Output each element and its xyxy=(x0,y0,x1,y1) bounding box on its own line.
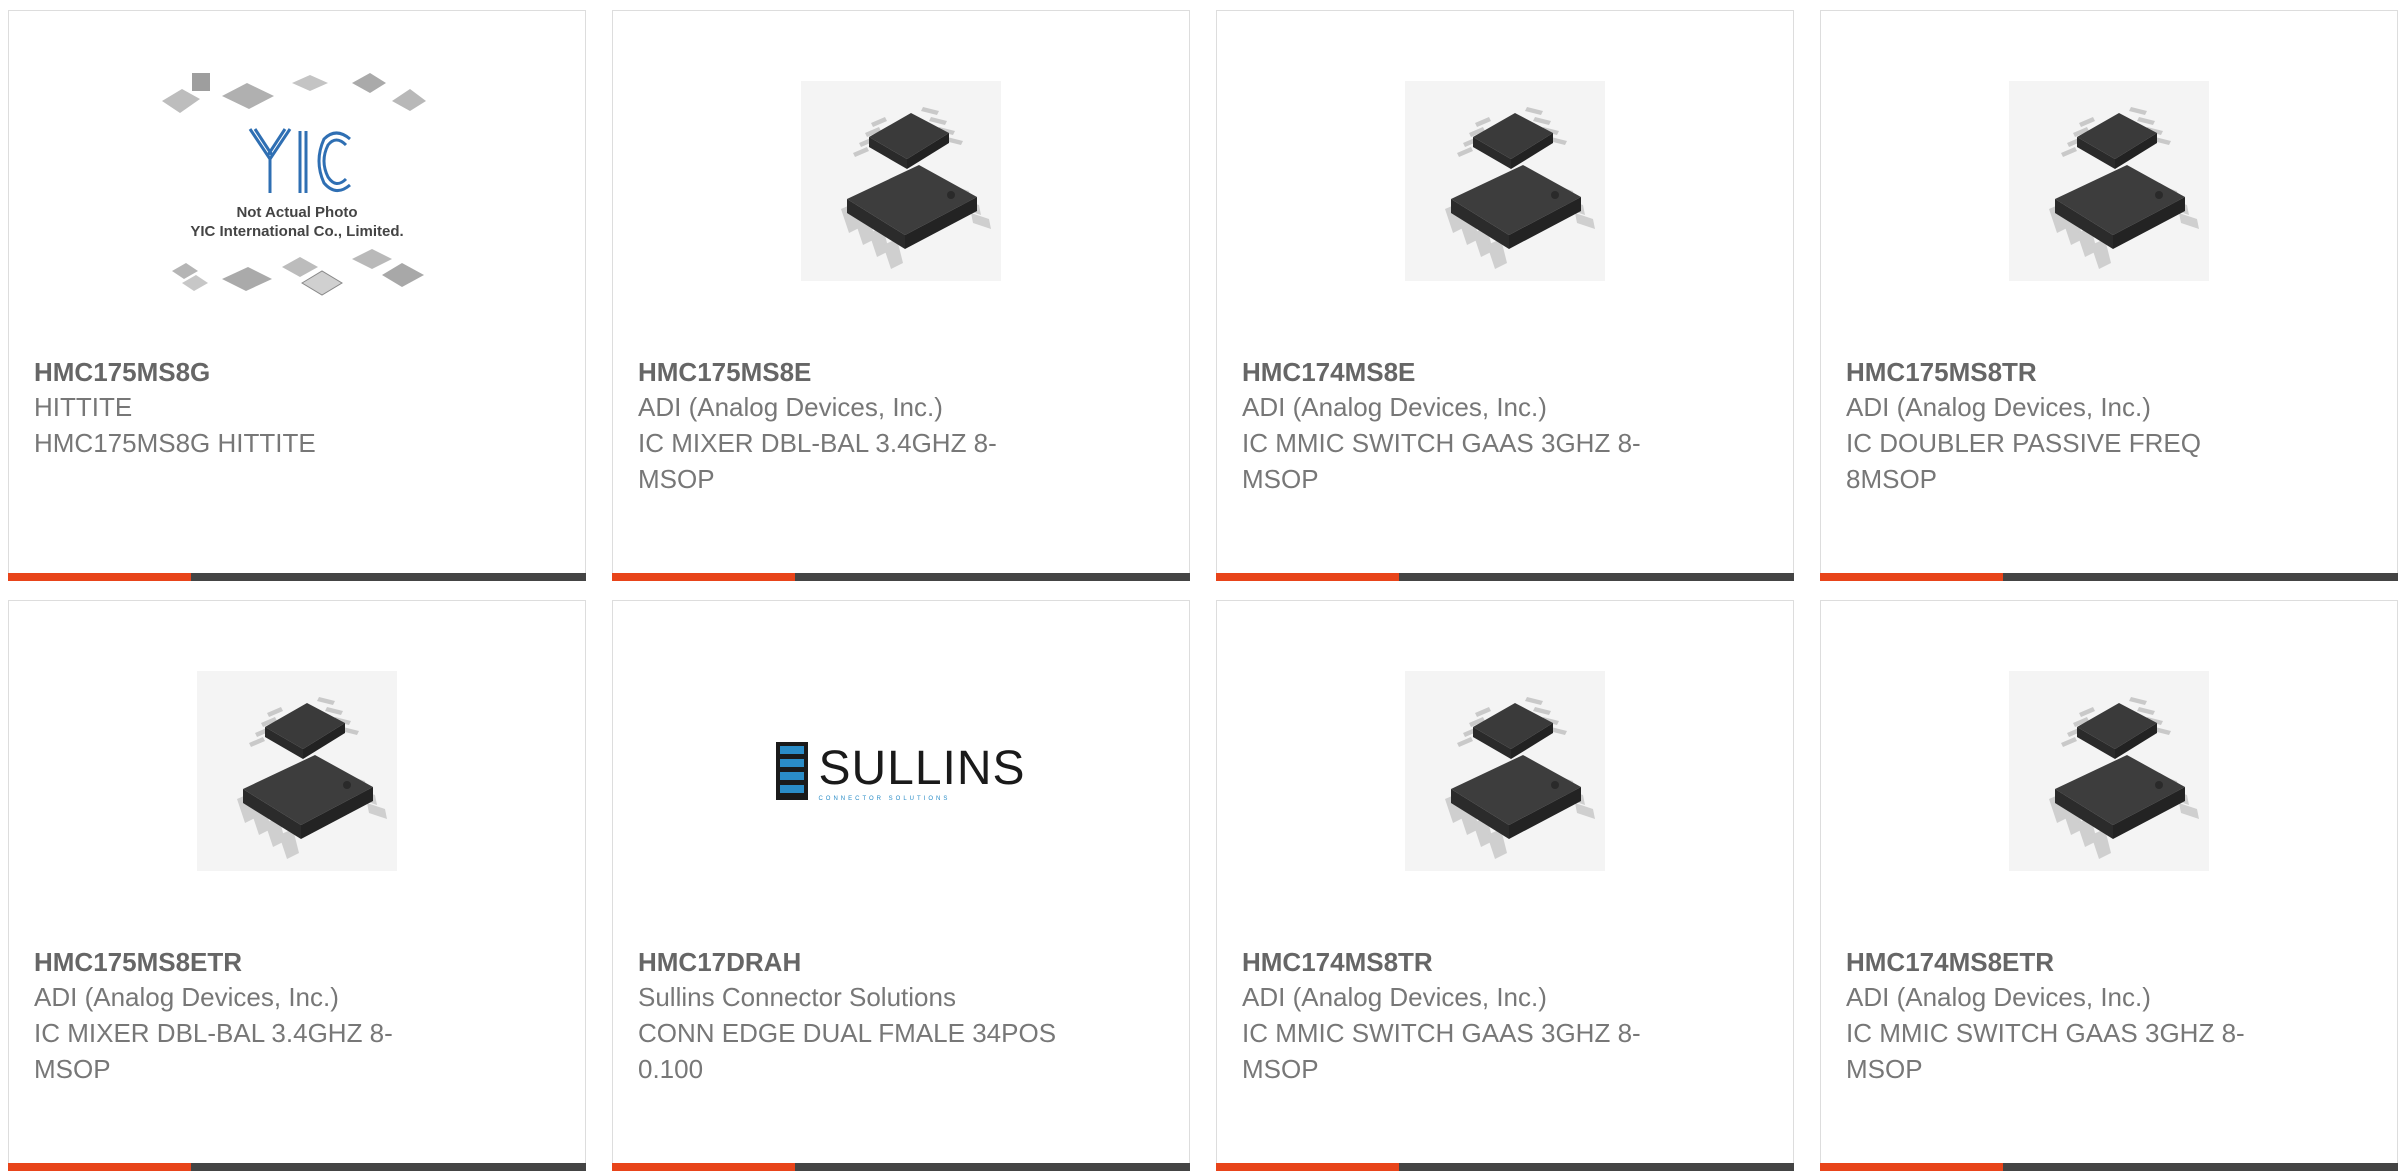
product-image[interactable] xyxy=(1217,11,1793,351)
sullins-logo-icon xyxy=(776,742,809,800)
part-number[interactable]: HMC175MS8TR xyxy=(1846,355,2266,389)
manufacturer: ADI (Analog Devices, Inc.) xyxy=(1242,392,1547,422)
sullins-logo: SULLINS CONNECTOR SOLUTIONS xyxy=(776,741,1025,802)
yic-logo-icon xyxy=(248,128,351,193)
description: IC MMIC SWITCH GAAS 3GHZ 8-MSOP xyxy=(1242,428,1641,494)
description: HMC175MS8G HITTITE xyxy=(34,428,316,458)
product-info: HMC175MS8TR ADI (Analog Devices, Inc.) I… xyxy=(1846,355,2266,497)
manufacturer: ADI (Analog Devices, Inc.) xyxy=(1242,982,1547,1012)
card-bottom-bar xyxy=(1216,1163,1794,1171)
card-accent xyxy=(1820,573,2003,581)
manufacturer: ADI (Analog Devices, Inc.) xyxy=(1846,392,2151,422)
package-icon xyxy=(352,249,392,269)
card-bottom-bar xyxy=(1216,573,1794,581)
msop-chip-icon xyxy=(197,671,397,871)
product-image[interactable] xyxy=(1821,11,2397,351)
placeholder-title: Not Actual Photo xyxy=(236,204,357,221)
product-card[interactable]: HMC174MS8TR ADI (Analog Devices, Inc.) I… xyxy=(1216,600,1794,1171)
package-icon xyxy=(222,83,274,109)
product-info: HMC174MS8ETR ADI (Analog Devices, Inc.) … xyxy=(1846,945,2266,1087)
card-accent xyxy=(1216,573,1399,581)
description: IC MIXER DBL-BAL 3.4GHZ 8-MSOP xyxy=(34,1018,393,1084)
package-icon xyxy=(192,73,210,91)
part-number[interactable]: HMC17DRAH xyxy=(638,945,1058,979)
placeholder-company: YIC International Co., Limited. xyxy=(190,223,403,240)
manufacturer: HITTITE xyxy=(34,392,133,422)
product-image[interactable]: SULLINS CONNECTOR SOLUTIONS xyxy=(613,601,1189,941)
placeholder-image: Not Actual Photo YIC International Co., … xyxy=(162,73,426,296)
part-number[interactable]: HMC174MS8ETR xyxy=(1846,945,2266,979)
part-number[interactable]: HMC175MS8E xyxy=(638,355,1058,389)
product-card[interactable]: HMC175MS8E ADI (Analog Devices, Inc.) IC… xyxy=(612,10,1190,581)
package-icon xyxy=(222,267,272,291)
card-accent xyxy=(612,573,795,581)
msop-chip-icon xyxy=(2009,671,2209,871)
msop-chip-icon xyxy=(1405,81,1605,281)
manufacturer: ADI (Analog Devices, Inc.) xyxy=(638,392,943,422)
product-card[interactable]: Not Actual Photo YIC International Co., … xyxy=(8,10,586,581)
description: IC MMIC SWITCH GAAS 3GHZ 8-MSOP xyxy=(1242,1018,1641,1084)
card-bottom-bar xyxy=(612,573,1190,581)
sullins-logo-text: SULLINS xyxy=(818,741,1026,795)
product-card[interactable]: HMC174MS8E ADI (Analog Devices, Inc.) IC… xyxy=(1216,10,1794,581)
product-info: HMC175MS8G HITTITE HMC175MS8G HITTITE xyxy=(34,355,454,461)
msop-chip-icon xyxy=(2009,81,2209,281)
part-number[interactable]: HMC174MS8TR xyxy=(1242,945,1662,979)
card-accent xyxy=(8,1163,191,1171)
package-icon xyxy=(292,75,328,91)
product-card[interactable]: HMC175MS8ETR ADI (Analog Devices, Inc.) … xyxy=(8,600,586,1171)
product-info: HMC174MS8E ADI (Analog Devices, Inc.) IC… xyxy=(1242,355,1662,497)
product-info: HMC174MS8TR ADI (Analog Devices, Inc.) I… xyxy=(1242,945,1662,1087)
description: IC MMIC SWITCH GAAS 3GHZ 8-MSOP xyxy=(1846,1018,2245,1084)
product-info: HMC175MS8E ADI (Analog Devices, Inc.) IC… xyxy=(638,355,1058,497)
product-image[interactable] xyxy=(9,601,585,941)
card-bottom-bar xyxy=(612,1163,1190,1171)
product-card[interactable]: HMC174MS8ETR ADI (Analog Devices, Inc.) … xyxy=(1820,600,2398,1171)
card-bottom-bar xyxy=(1820,1163,2398,1171)
package-icon xyxy=(382,263,424,287)
description: IC MIXER DBL-BAL 3.4GHZ 8-MSOP xyxy=(638,428,997,494)
msop-chip-icon xyxy=(801,81,1001,281)
card-bottom-bar xyxy=(8,573,586,581)
package-icon xyxy=(352,73,386,93)
part-number[interactable]: HMC174MS8E xyxy=(1242,355,1662,389)
sullins-logo-subtext: CONNECTOR SOLUTIONS xyxy=(818,795,951,802)
product-grid: Not Actual Photo YIC International Co., … xyxy=(0,0,2400,1171)
package-icon xyxy=(301,270,343,296)
manufacturer: ADI (Analog Devices, Inc.) xyxy=(1846,982,2151,1012)
product-image[interactable] xyxy=(1217,601,1793,941)
part-number[interactable]: HMC175MS8G xyxy=(34,355,454,389)
package-icon xyxy=(162,89,200,113)
card-accent xyxy=(8,573,191,581)
product-card[interactable]: SULLINS CONNECTOR SOLUTIONS HMC17DRAH Su… xyxy=(612,600,1190,1171)
part-number[interactable]: HMC175MS8ETR xyxy=(34,945,454,979)
msop-chip-icon xyxy=(1405,671,1605,871)
product-card[interactable]: HMC175MS8TR ADI (Analog Devices, Inc.) I… xyxy=(1820,10,2398,581)
description: IC DOUBLER PASSIVE FREQ 8MSOP xyxy=(1846,428,2201,494)
card-bottom-bar xyxy=(8,1163,586,1171)
product-info: HMC175MS8ETR ADI (Analog Devices, Inc.) … xyxy=(34,945,454,1087)
package-icon xyxy=(282,257,318,277)
package-icon xyxy=(392,89,426,111)
product-image[interactable]: Not Actual Photo YIC International Co., … xyxy=(9,11,585,351)
product-info: HMC17DRAH Sullins Connector Solutions CO… xyxy=(638,945,1058,1087)
manufacturer: Sullins Connector Solutions xyxy=(638,982,956,1012)
card-bottom-bar xyxy=(1820,573,2398,581)
card-accent xyxy=(1216,1163,1399,1171)
card-accent xyxy=(1820,1163,2003,1171)
manufacturer: ADI (Analog Devices, Inc.) xyxy=(34,982,339,1012)
product-image[interactable] xyxy=(1821,601,2397,941)
description: CONN EDGE DUAL FMALE 34POS 0.100 xyxy=(638,1018,1057,1084)
card-accent xyxy=(612,1163,795,1171)
product-image[interactable] xyxy=(613,11,1189,351)
